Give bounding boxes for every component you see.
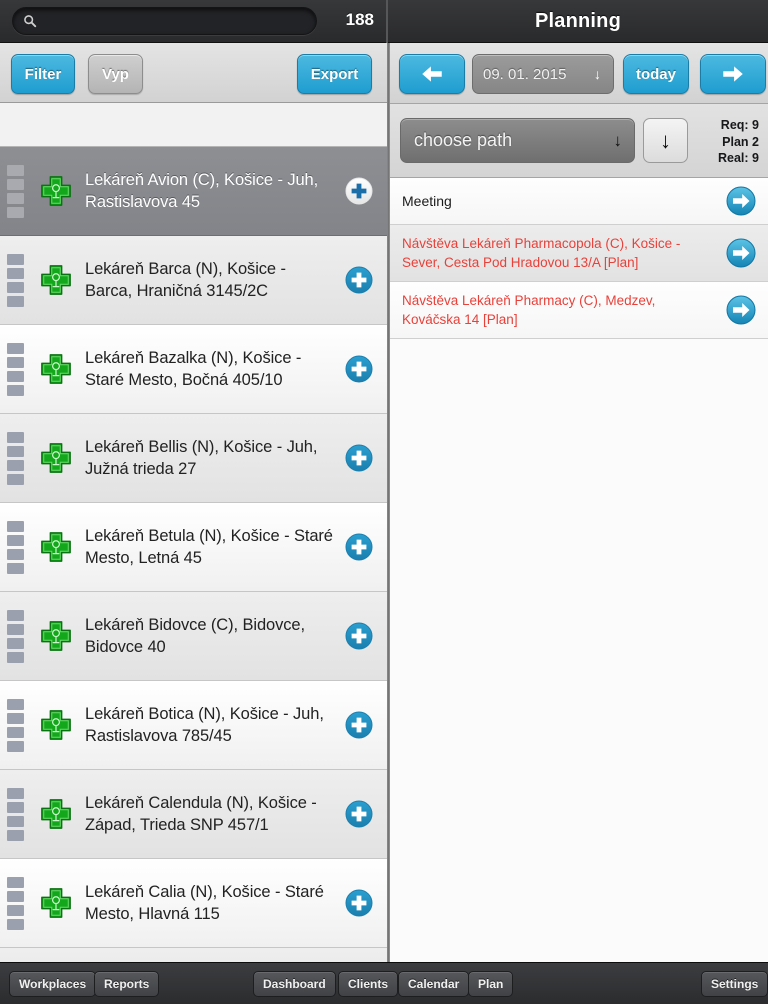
drag-handle[interactable] xyxy=(7,520,37,574)
add-client-button[interactable] xyxy=(345,622,373,650)
client-list-item[interactable]: Lekáreň Botica (N), Košice - Juh, Rastis… xyxy=(0,681,387,770)
client-list-item-label: Lekáreň Calendula (N), Košice - Západ, T… xyxy=(85,793,317,835)
pharmacy-cross-icon xyxy=(41,443,71,473)
client-list-item[interactable]: Lekáreň Bazalka (N), Košice - Staré Mest… xyxy=(0,325,387,414)
client-list-item-label: Lekáreň Botica (N), Košice - Juh, Rastis… xyxy=(85,704,324,746)
search-icon xyxy=(24,14,37,27)
page-title: Planning xyxy=(534,10,622,32)
toolbar-button-workplaces[interactable]: Workplaces xyxy=(9,971,97,997)
load-path-button[interactable]: ↓ xyxy=(643,118,688,163)
date-select[interactable]: 09. 01. 2015 ↓ xyxy=(472,54,614,94)
arrow-down-icon: ↓ xyxy=(660,127,671,153)
add-client-button[interactable] xyxy=(345,177,373,205)
path-select[interactable]: choose path ↓ xyxy=(400,118,635,163)
search-field[interactable] xyxy=(12,6,317,35)
top-bar-left-section: 188 xyxy=(0,0,388,43)
toolbar-button-clients[interactable]: Clients xyxy=(338,971,399,997)
planning-list-item-label: Návštěva Lekáreň Pharmacy (C), Medzev, K… xyxy=(402,293,656,327)
client-list-item[interactable]: Lekáreň Calendula (N), Košice - Západ, T… xyxy=(0,770,387,859)
bottom-toolbar: Workplaces Reports Dashboard Clients Calenda… xyxy=(0,962,768,1004)
client-list-item-label: Lekáreň Bidovce (C), Bidovce, Bidovce 40 xyxy=(85,615,305,657)
open-detail-button[interactable] xyxy=(726,238,756,268)
arrow-right-icon xyxy=(723,66,743,82)
pharmacy-cross-icon xyxy=(41,532,71,562)
add-client-button[interactable] xyxy=(345,889,373,917)
pharmacy-cross-icon xyxy=(41,799,71,829)
open-detail-button[interactable] xyxy=(726,295,756,325)
previous-day-button[interactable] xyxy=(399,54,465,94)
vyp-toggle-button[interactable]: Vyp xyxy=(88,54,143,94)
today-button[interactable]: today xyxy=(623,54,689,94)
drag-handle[interactable] xyxy=(7,698,37,752)
pharmacy-cross-icon xyxy=(41,176,71,206)
plan-counters: Req: 9 Plan 2 Real: 9 xyxy=(718,117,759,167)
add-client-button[interactable] xyxy=(345,711,373,739)
next-day-button[interactable] xyxy=(700,54,766,94)
drag-handle[interactable] xyxy=(7,431,37,485)
date-value: 09. 01. 2015 xyxy=(483,65,567,83)
toolbar-button-plan[interactable]: Plan xyxy=(468,971,514,997)
drag-handle[interactable] xyxy=(7,787,37,841)
drag-handle[interactable] xyxy=(7,164,37,218)
planning-list-item-label: Návštěva Lekáreň Pharmacopola (C), Košic… xyxy=(402,236,681,270)
counter-real: Real: 9 xyxy=(718,151,759,165)
planning-list-item[interactable]: Návštěva Lekáreň Pharmacy (C), Medzev, K… xyxy=(390,282,768,339)
toolbar-button-dashboard[interactable]: Dashboard xyxy=(253,971,336,997)
search-input[interactable] xyxy=(37,12,316,29)
clients-list[interactable]: Lekáreň Avion (C), Košice - Juh, Rastisl… xyxy=(0,146,387,1004)
drag-handle[interactable] xyxy=(7,609,37,663)
pharmacy-cross-icon xyxy=(41,265,71,295)
filter-button[interactable]: Filter xyxy=(11,54,75,94)
pharmacy-cross-icon xyxy=(41,354,71,384)
toolbar-button-reports[interactable]: Reports xyxy=(94,971,160,997)
drag-handle[interactable] xyxy=(7,342,37,396)
open-detail-button[interactable] xyxy=(726,186,756,216)
toolbar-button-settings[interactable]: Settings xyxy=(701,971,768,997)
clients-panel: Lekáreň Avion (C), Košice - Juh, Rastisl… xyxy=(0,43,387,1004)
add-client-button[interactable] xyxy=(345,355,373,383)
path-value: choose path xyxy=(414,130,513,150)
record-count-badge: 188 xyxy=(345,9,374,29)
add-client-button[interactable] xyxy=(345,533,373,561)
export-button[interactable]: Export xyxy=(297,54,372,94)
client-list-item-label: Lekáreň Bellis (N), Košice - Juh, Južná … xyxy=(85,437,318,479)
planning-list[interactable]: Meeting Návštěva Lekáreň Pharmacopola (C… xyxy=(390,178,768,339)
client-list-item[interactable]: Lekáreň Bidovce (C), Bidovce, Bidovce 40 xyxy=(0,592,387,681)
client-list-item-label: Lekáreň Barca (N), Košice - Barca, Hrani… xyxy=(85,259,286,301)
client-list-item[interactable]: Lekáreň Barca (N), Košice - Barca, Hrani… xyxy=(0,236,387,325)
counter-req: Req: 9 xyxy=(720,118,759,132)
client-list-item[interactable]: Lekáreň Betula (N), Košice - Staré Mesto… xyxy=(0,503,387,592)
date-navigation-bar: 09. 01. 2015 ↓ today xyxy=(390,43,768,104)
client-list-item-label: Lekáreň Avion (C), Košice - Juh, Rastisl… xyxy=(85,170,319,212)
add-client-button[interactable] xyxy=(345,444,373,472)
add-client-button[interactable] xyxy=(345,800,373,828)
drag-handle[interactable] xyxy=(7,876,37,930)
arrow-left-icon xyxy=(422,66,442,82)
client-list-item-label: Lekáreň Bazalka (N), Košice - Staré Mest… xyxy=(85,348,302,390)
toolbar-button-calendar[interactable]: Calendar xyxy=(398,971,470,997)
planning-panel: 09. 01. 2015 ↓ today choose path ↓ ↓ Req… xyxy=(390,43,768,962)
pharmacy-cross-icon xyxy=(41,710,71,740)
client-list-item[interactable]: Lekáreň Calia (N), Košice - Staré Mesto,… xyxy=(0,859,387,948)
top-bar-right-section: Planning xyxy=(388,0,768,43)
chevron-down-icon: ↓ xyxy=(594,66,601,82)
counter-plan: Plan 2 xyxy=(722,134,759,149)
pharmacy-cross-icon xyxy=(41,888,71,918)
add-client-button[interactable] xyxy=(345,266,373,294)
planning-list-item-label: Meeting xyxy=(402,192,452,209)
app-root: 188 Planning Lekáreň Avion (C), Košice -… xyxy=(0,0,768,1004)
top-bar: 188 Planning xyxy=(0,0,768,43)
client-list-item[interactable]: Lekáreň Bellis (N), Košice - Juh, Južná … xyxy=(0,414,387,503)
drag-handle[interactable] xyxy=(7,253,37,307)
path-selection-bar: choose path ↓ ↓ Req: 9 Plan 2 Real: 9 xyxy=(390,104,768,178)
client-list-item[interactable]: Lekáreň Avion (C), Košice - Juh, Rastisl… xyxy=(0,147,387,236)
client-list-item-label: Lekáreň Betula (N), Košice - Staré Mesto… xyxy=(85,526,333,568)
pharmacy-cross-icon xyxy=(41,621,71,651)
planning-list-item[interactable]: Návštěva Lekáreň Pharmacopola (C), Košic… xyxy=(390,225,768,282)
client-list-item-label: Lekáreň Calia (N), Košice - Staré Mesto,… xyxy=(85,882,324,924)
planning-list-item[interactable]: Meeting xyxy=(390,178,768,225)
chevron-down-icon: ↓ xyxy=(613,131,623,150)
